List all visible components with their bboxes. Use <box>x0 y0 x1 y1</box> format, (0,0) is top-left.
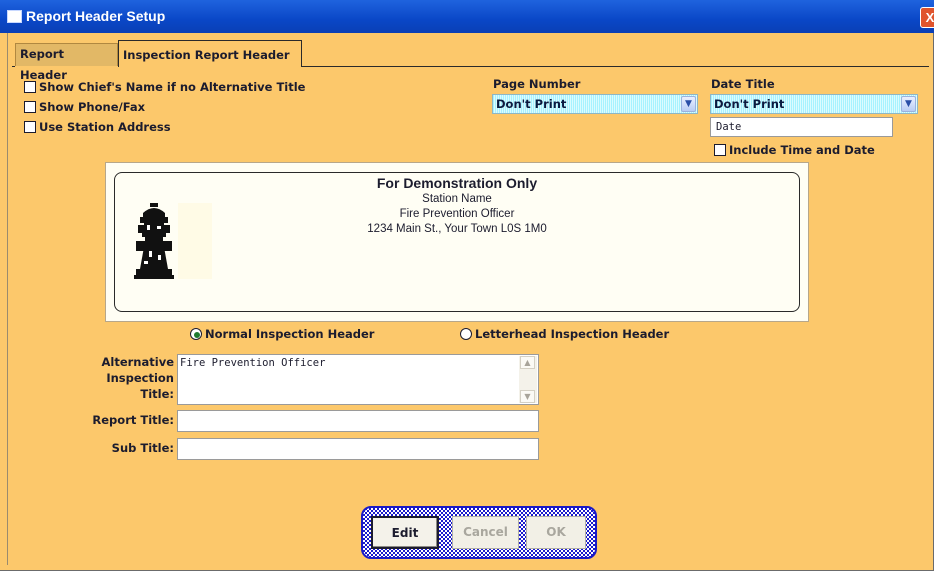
page-number-value: Don't Print <box>496 97 567 111</box>
preview-line: Fire Prevention Officer <box>399 208 515 220</box>
label-line: Alternative <box>101 355 175 369</box>
logo-placeholder <box>178 203 212 279</box>
vertical-scrollbar[interactable]: ▲ ▼ <box>519 356 537 403</box>
alt-title-value: Fire Prevention Officer <box>180 357 326 369</box>
sub-title-input[interactable] <box>177 438 539 460</box>
edit-button[interactable]: Edit <box>371 516 439 549</box>
radio-circle[interactable] <box>460 328 472 340</box>
tab-report-header[interactable]: Report Header <box>15 43 118 82</box>
checkbox-box[interactable] <box>714 144 726 156</box>
cancel-button[interactable]: Cancel <box>452 516 519 549</box>
report-header-setup-window: Report Header Setup X Report Header Insp… <box>0 0 934 571</box>
preview-line: Station Name <box>422 193 492 205</box>
alt-title-label: Alternative Inspection Title: <box>70 354 175 402</box>
scroll-up-icon[interactable]: ▲ <box>520 356 535 369</box>
chevron-down-icon[interactable]: ▼ <box>681 96 696 112</box>
letterhead-header-radio[interactable]: Letterhead Inspection Header <box>460 327 680 342</box>
checkbox-box[interactable] <box>24 81 36 93</box>
fire-hydrant-icon <box>134 203 174 279</box>
checkbox-box[interactable] <box>24 121 36 133</box>
page-number-label: Page Number <box>493 77 581 91</box>
radio-selected-dot <box>194 332 200 338</box>
checkbox-label: Use Station Address <box>39 120 171 134</box>
tab-divider <box>302 66 929 67</box>
normal-header-radio[interactable]: Normal Inspection Header <box>190 327 374 342</box>
page-number-dropdown[interactable]: Don't Print ▼ <box>492 94 698 114</box>
alt-title-textarea[interactable]: Fire Prevention Officer ▲ ▼ <box>177 354 539 405</box>
title-bar[interactable]: Report Header Setup X <box>0 0 934 33</box>
radio-label: Normal Inspection Header <box>205 327 375 341</box>
date-title-dropdown[interactable]: Don't Print ▼ <box>710 94 918 114</box>
checkbox-label: Include Time and Date <box>729 143 875 157</box>
include-time-date-checkbox[interactable]: Include Time and Date <box>714 143 894 157</box>
date-title-label: Date Title <box>711 77 775 91</box>
tab-divider-left <box>12 66 15 67</box>
report-title-label: Report Title: <box>92 413 174 427</box>
scroll-down-icon[interactable]: ▼ <box>520 390 535 403</box>
show-phone-fax-checkbox[interactable]: Show Phone/Fax <box>24 100 184 114</box>
date-title-value: Don't Print <box>714 97 785 111</box>
ok-button[interactable]: OK <box>526 516 586 549</box>
preview-title: For Demonstration Only <box>376 175 538 191</box>
window-icon <box>7 10 22 23</box>
report-title-input[interactable] <box>177 410 539 432</box>
preview-line: 1234 Main St., Your Town L0S 1M0 <box>367 223 547 235</box>
checkbox-label: Show Phone/Fax <box>39 100 146 114</box>
radio-label: Letterhead Inspection Header <box>475 327 670 341</box>
checkbox-label: Show Chief's Name if no Alternative Titl… <box>39 80 306 94</box>
date-title-text: Date <box>716 121 742 133</box>
label-line: Title: <box>140 387 174 401</box>
chevron-down-icon[interactable]: ▼ <box>901 96 916 112</box>
checkbox-box[interactable] <box>24 101 36 113</box>
window-title: Report Header Setup <box>26 8 166 24</box>
tab-inspection-report-header[interactable]: Inspection Report Header <box>118 40 302 67</box>
close-icon[interactable]: X <box>920 7 934 28</box>
label-line: Inspection <box>106 371 174 385</box>
window-left-edge <box>7 33 8 565</box>
date-title-input[interactable]: Date <box>710 117 893 137</box>
radio-circle[interactable] <box>190 328 202 340</box>
show-chief-name-checkbox[interactable]: Show Chief's Name if no Alternative Titl… <box>24 80 324 94</box>
use-station-address-checkbox[interactable]: Use Station Address <box>24 120 204 134</box>
sub-title-label: Sub Title: <box>111 441 174 455</box>
